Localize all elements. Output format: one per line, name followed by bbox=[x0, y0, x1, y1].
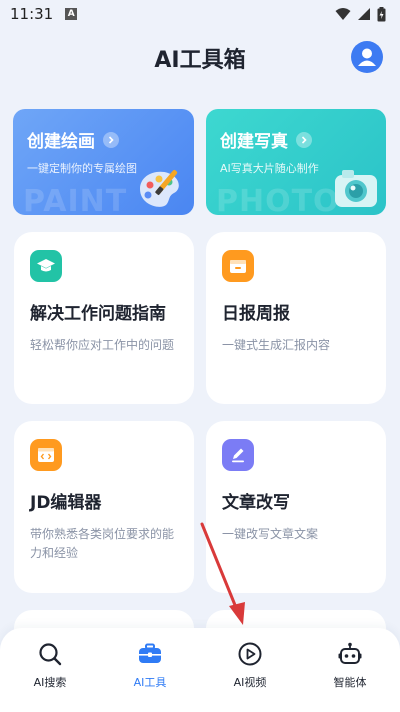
banner-title-text: 创建绘画 bbox=[27, 132, 95, 152]
card-article-rewrite[interactable]: 文章改写 一键改写文章文案 bbox=[206, 421, 386, 593]
tab-ai-search[interactable]: AI搜索 bbox=[0, 628, 100, 712]
code-browser-icon bbox=[30, 439, 62, 471]
status-bar: 11:31 A bbox=[0, 0, 400, 28]
robot-icon bbox=[336, 640, 364, 668]
banner-watermark-paint: PAINT bbox=[23, 184, 128, 215]
card-title: 日报周报 bbox=[222, 304, 290, 324]
toolbox-icon bbox=[136, 640, 164, 668]
tab-label: AI视频 bbox=[233, 676, 267, 689]
card-title: 解决工作问题指南 bbox=[30, 304, 166, 324]
tab-agents[interactable]: 智能体 bbox=[300, 628, 400, 712]
card-work-problem-guide[interactable]: 解决工作问题指南 轻松帮你应对工作中的问题 bbox=[14, 232, 194, 404]
graduation-cap-icon bbox=[30, 250, 62, 282]
camera-icon bbox=[335, 170, 377, 207]
bottom-tab-bar: AI搜索 AI工具 AI视频 智能体 bbox=[0, 628, 400, 712]
tab-label: AI工具 bbox=[133, 676, 167, 689]
chevron-right-icon bbox=[103, 131, 119, 148]
create-painting-banner[interactable]: PAINT 创建绘画 一键定制你的专属绘图 bbox=[13, 109, 194, 215]
chevron-right-icon bbox=[296, 131, 312, 148]
card-description: 一键式生成汇报内容 bbox=[222, 338, 331, 352]
card-daily-weekly-report[interactable]: 日报周报 一键式生成汇报内容 bbox=[206, 232, 386, 404]
play-circle-icon bbox=[236, 640, 264, 668]
banner-title-text: 创建写真 bbox=[220, 132, 288, 152]
tab-ai-video[interactable]: AI视频 bbox=[200, 628, 300, 712]
notification-a-icon: A bbox=[65, 8, 78, 20]
create-photo-banner[interactable]: PHOTO 创建写真 AI写真大片随心制作 bbox=[206, 109, 386, 215]
card-title: 文章改写 bbox=[222, 493, 290, 513]
palette-icon bbox=[140, 170, 179, 207]
search-icon bbox=[36, 640, 64, 668]
card-description: 带你熟悉各类岗位要求的能力和经验 bbox=[30, 527, 175, 560]
card-description: 轻松帮你应对工作中的问题 bbox=[30, 338, 175, 352]
banner-watermark-photo: PHOTO bbox=[216, 184, 340, 215]
status-time: 11:31 bbox=[10, 5, 54, 23]
calendar-icon bbox=[222, 250, 254, 282]
banner-title: 创建写真 bbox=[220, 127, 372, 152]
page-title: AI工具箱 bbox=[154, 48, 246, 73]
wifi-icon bbox=[335, 8, 351, 20]
card-description: 一键改写文章文案 bbox=[222, 527, 319, 541]
card-title: JD编辑器 bbox=[30, 493, 102, 513]
tab-label: 智能体 bbox=[333, 676, 367, 689]
pen-edit-icon bbox=[222, 439, 254, 471]
tab-ai-tools[interactable]: AI工具 bbox=[100, 628, 200, 712]
banner-title: 创建绘画 bbox=[27, 127, 180, 152]
tab-label: AI搜索 bbox=[33, 676, 67, 689]
signal-icon bbox=[358, 8, 370, 20]
user-avatar-icon[interactable] bbox=[351, 41, 383, 73]
card-jd-editor[interactable]: JD编辑器 带你熟悉各类岗位要求的能力和经验 bbox=[14, 421, 194, 593]
battery-icon bbox=[377, 6, 386, 21]
